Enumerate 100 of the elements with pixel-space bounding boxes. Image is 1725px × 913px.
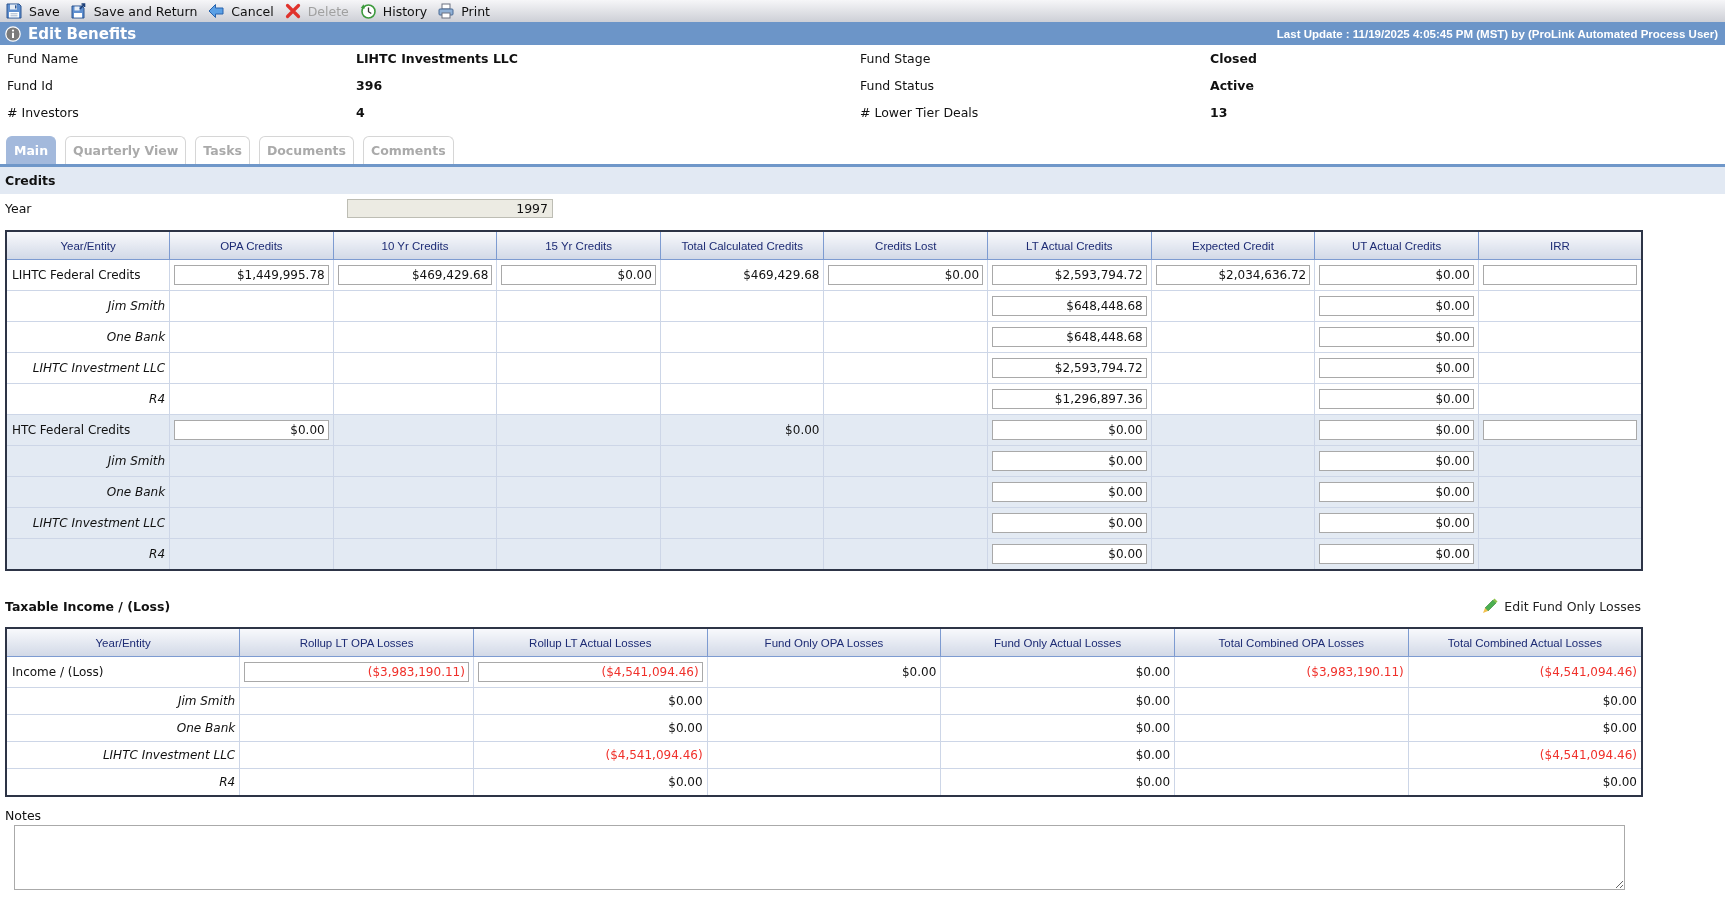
edit-link[interactable]: Edit Fund Only Losses	[1482, 598, 1641, 614]
field-label: Fund Id	[7, 78, 53, 93]
field-value: 396	[356, 78, 383, 93]
table-cell: $0.00	[707, 656, 941, 688]
table-cell: $0.00	[473, 714, 708, 742]
field-value: 4	[356, 105, 365, 120]
amount-input[interactable]: $0.00	[1319, 451, 1474, 471]
amount-input[interactable]: $0.00	[992, 544, 1147, 564]
amount-input[interactable]: $0.00	[992, 513, 1147, 533]
amount-input[interactable]	[1482, 265, 1637, 285]
amount-input[interactable]: $0.00	[1319, 296, 1474, 316]
amount-input[interactable]: $0.00	[1319, 265, 1474, 285]
column-header: IRR	[1478, 231, 1642, 260]
column-header: Total Calculated Credits	[660, 231, 824, 260]
amount-input[interactable]: $0.00	[1319, 327, 1474, 347]
column-header: Fund Only Actual Losses	[940, 628, 1175, 657]
row-header: LIHTC Investment LLC	[6, 507, 170, 539]
row-header: LIHTC Federal Credits	[6, 259, 170, 291]
field-value: LIHTC Investments LLC	[356, 51, 518, 66]
column-header: 10 Yr Credits	[333, 231, 497, 260]
floppy-disk-arrow-icon	[70, 3, 87, 19]
row-header: R4	[6, 538, 170, 570]
last-update-text: Last Update : 11/19/2025 4:05:45 PM (MST) by (ProLink Automated Process User)	[1276, 27, 1718, 40]
cross-icon	[284, 3, 301, 19]
table-cell: $0.00	[473, 687, 708, 715]
table-cell: ($3,983,190.11)	[1174, 656, 1409, 688]
field-label: Year	[5, 200, 32, 216]
table-cell: $0.00	[660, 414, 824, 446]
amount-input[interactable]: $0.00	[828, 265, 984, 285]
column-header: Total Combined OPA Losses	[1174, 628, 1409, 657]
printer-icon	[438, 3, 455, 19]
field-value: Active	[1210, 78, 1254, 93]
amount-input[interactable]: $0.00	[1319, 482, 1474, 502]
column-header: Rollup LT Actual Losses	[473, 628, 708, 657]
clock-icon	[359, 3, 376, 19]
amount-input[interactable]: $648,448.68	[992, 327, 1147, 347]
info-icon	[5, 25, 21, 42]
column-header: Fund Only OPA Losses	[707, 628, 941, 657]
amount-input[interactable]: $0.00	[1319, 389, 1474, 409]
amount-input[interactable]: $469,429.68	[337, 265, 493, 285]
field-value: 13	[1210, 105, 1228, 120]
row-header: Jim Smith	[6, 445, 170, 477]
table-cell: $469,429.68	[660, 259, 824, 291]
amount-input[interactable]: $0.00	[174, 420, 329, 440]
table-cell: $0.00	[940, 687, 1175, 715]
field-label: Fund Stage	[860, 51, 931, 66]
table-cell: ($4,541,094.46)	[473, 741, 708, 769]
column-header: Year/Entity	[6, 628, 240, 657]
amount-input[interactable]: ($3,983,190.11)	[244, 662, 469, 682]
arrow-left-icon	[208, 3, 225, 19]
table-cell: $0.00	[940, 656, 1175, 688]
column-header: Credits Lost	[823, 231, 988, 260]
row-header: LIHTC Investment LLC	[6, 352, 170, 384]
row-header: HTC Federal Credits	[6, 414, 170, 446]
save-and-return-button[interactable]: Save and Return	[69, 1, 199, 21]
amount-input[interactable]: $1,449,995.78	[174, 265, 329, 285]
field-label: # Investors	[7, 105, 79, 120]
field-label: Fund Status	[860, 78, 935, 93]
history-button[interactable]: History	[358, 1, 429, 21]
amount-input[interactable]: $2,034,636.72	[1155, 265, 1311, 285]
amount-input[interactable]: $1,296,897.36	[992, 389, 1147, 409]
section-title: Taxable Income / (Loss)	[5, 598, 171, 614]
field-value: Closed	[1210, 51, 1257, 66]
save-button[interactable]: Save	[5, 1, 61, 21]
column-header: UT Actual Credits	[1314, 231, 1479, 260]
column-header: Rollup LT OPA Losses	[239, 628, 474, 657]
page-title: Edit Benefits	[28, 24, 137, 43]
amount-input[interactable]: $0.00	[992, 482, 1147, 502]
table-cell: $0.00	[940, 714, 1175, 742]
amount-input[interactable]: $0.00	[1319, 544, 1474, 564]
pencil-icon	[1482, 598, 1499, 614]
cancel-button[interactable]: Cancel	[207, 1, 275, 21]
field-label: Notes	[5, 808, 42, 823]
amount-input[interactable]: $0.00	[501, 265, 656, 285]
amount-input[interactable]: $2,593,794.72	[992, 358, 1147, 378]
row-header: R4	[6, 383, 170, 415]
column-header: LT Actual Credits	[987, 231, 1152, 260]
amount-input[interactable]: ($4,541,094.46)	[477, 662, 703, 682]
field-label: Fund Name	[7, 51, 79, 66]
amount-input[interactable]: $0.00	[992, 451, 1147, 471]
amount-input[interactable]: $0.00	[992, 420, 1147, 440]
section-header: Credits	[0, 167, 1725, 194]
amount-input[interactable]: $0.00	[1319, 358, 1474, 378]
row-header: One Bank	[6, 476, 170, 508]
table-cell: $0.00	[940, 741, 1175, 769]
amount-input[interactable]: $648,448.68	[992, 296, 1147, 316]
column-header: 15 Yr Credits	[496, 231, 661, 260]
amount-input[interactable]: $2,593,794.72	[992, 265, 1147, 285]
column-header: Expected Credit	[1151, 231, 1315, 260]
print-button[interactable]: Print	[437, 1, 491, 21]
amount-input[interactable]: $0.00	[1319, 420, 1474, 440]
notes-field[interactable]	[14, 825, 1625, 890]
column-header: OPA Credits	[169, 231, 334, 260]
row-header: Jim Smith	[6, 687, 240, 715]
column-header: Total Combined Actual Losses	[1408, 628, 1642, 657]
amount-input[interactable]: $0.00	[1319, 513, 1474, 533]
amount-input[interactable]	[1482, 420, 1637, 440]
row-header: LIHTC Investment LLC	[6, 741, 240, 769]
column-header: Year/Entity	[6, 231, 170, 260]
row-header: One Bank	[6, 321, 170, 353]
